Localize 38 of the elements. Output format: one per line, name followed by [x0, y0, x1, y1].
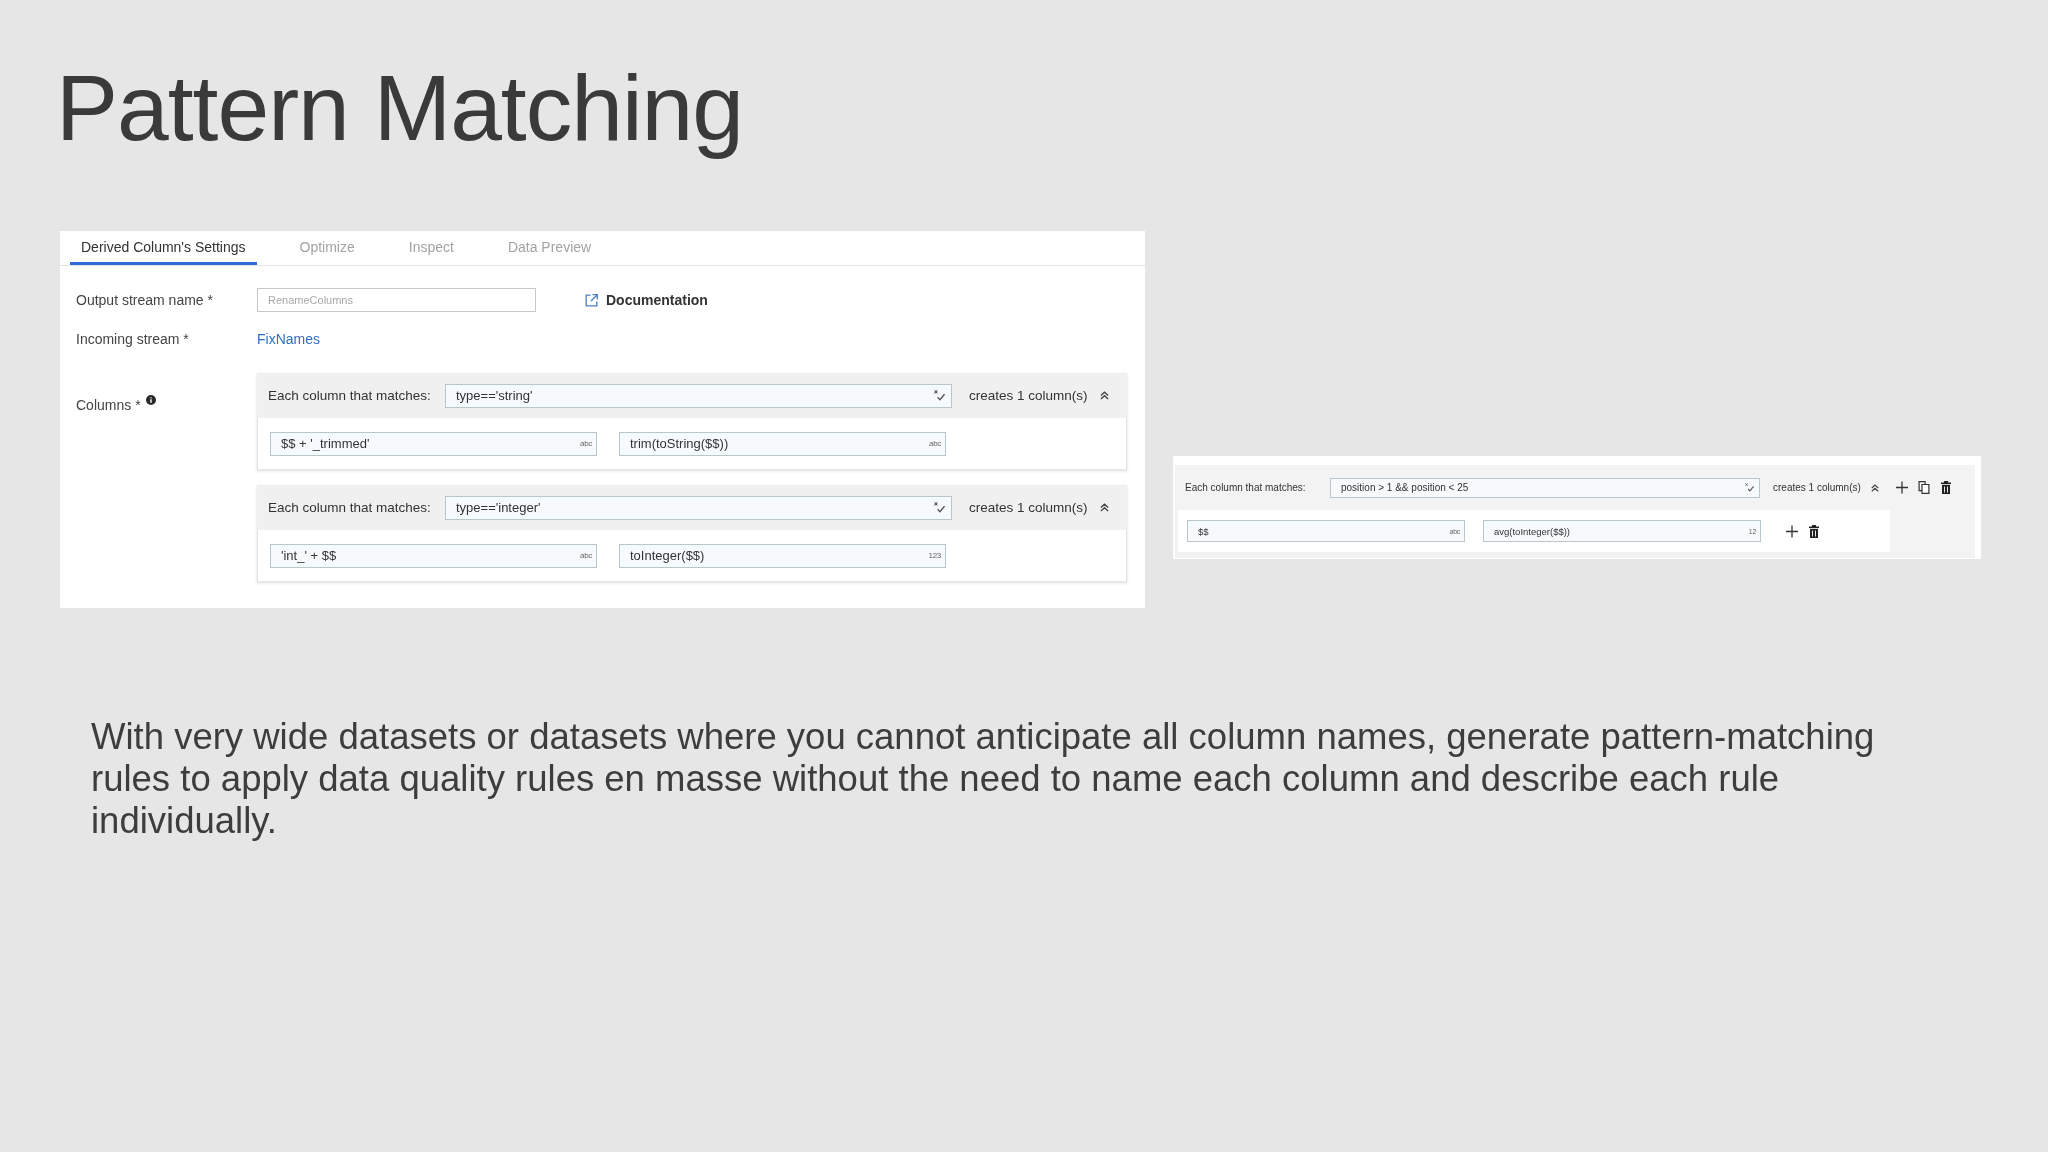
double-chevron-up-icon[interactable] — [1099, 391, 1109, 400]
match-label: Each column that matches: — [268, 500, 432, 515]
field-label: Incoming stream * — [76, 330, 190, 348]
x-check-icon[interactable] — [1745, 483, 1754, 492]
double-chevron-up-icon[interactable] — [1099, 503, 1109, 512]
description-text: With very wide datasets or datasets where you cannot anticipate all column names, generate pattern-matching rules to apply data quality rules en masse without the need to name each column and describe each rule individually. — [91, 716, 1876, 842]
field-label: Output stream name * — [76, 291, 214, 309]
data-type-label: abc — [580, 551, 592, 560]
plus-icon[interactable] — [1895, 481, 1908, 494]
match-label: Each column that matches: — [1185, 482, 1307, 493]
data-type-label: abc — [929, 439, 941, 448]
plus-icon[interactable] — [1786, 524, 1798, 538]
condition-field[interactable]: type=='integer' — [445, 495, 952, 520]
documentation-link[interactable]: Documentation — [585, 292, 708, 308]
x-check-icon[interactable] — [934, 390, 945, 401]
tab[interactable]: Derived Column's Settings — [70, 231, 257, 265]
condition-field[interactable]: type=='string' — [445, 383, 952, 408]
external-link-icon — [585, 293, 598, 307]
data-type-label: abc — [580, 439, 592, 448]
double-chevron-up-icon[interactable] — [1870, 483, 1879, 492]
copy-icon[interactable] — [1917, 481, 1930, 494]
info-icon[interactable] — [145, 395, 156, 405]
slide-title: Pattern Matching — [56, 55, 745, 162]
column-name-field[interactable]: 'int_' + $$ abc — [270, 543, 597, 568]
field-label: Columns * — [76, 396, 141, 414]
x-check-icon[interactable] — [934, 502, 945, 513]
column-count-text: creates 1 column(s) — [969, 500, 1088, 515]
expression-field[interactable]: trim(toString($$)) abc — [619, 431, 946, 456]
trash-icon[interactable] — [1808, 524, 1820, 538]
expression-field[interactable]: toInteger($$) 123 — [619, 543, 946, 568]
column-count-text: creates 1 column(s) — [1773, 482, 1861, 493]
condition-field[interactable]: position > 1 && position < 25 — [1330, 477, 1760, 498]
trash-icon[interactable] — [1939, 481, 1952, 494]
incoming-stream-link[interactable]: FixNames — [257, 330, 320, 348]
data-type-label: 123 — [928, 551, 941, 560]
column-name-field[interactable]: $$ + '_trimmed' abc — [270, 431, 597, 456]
match-label: Each column that matches: — [268, 388, 432, 403]
column-count-text: creates 1 column(s) — [969, 388, 1088, 403]
